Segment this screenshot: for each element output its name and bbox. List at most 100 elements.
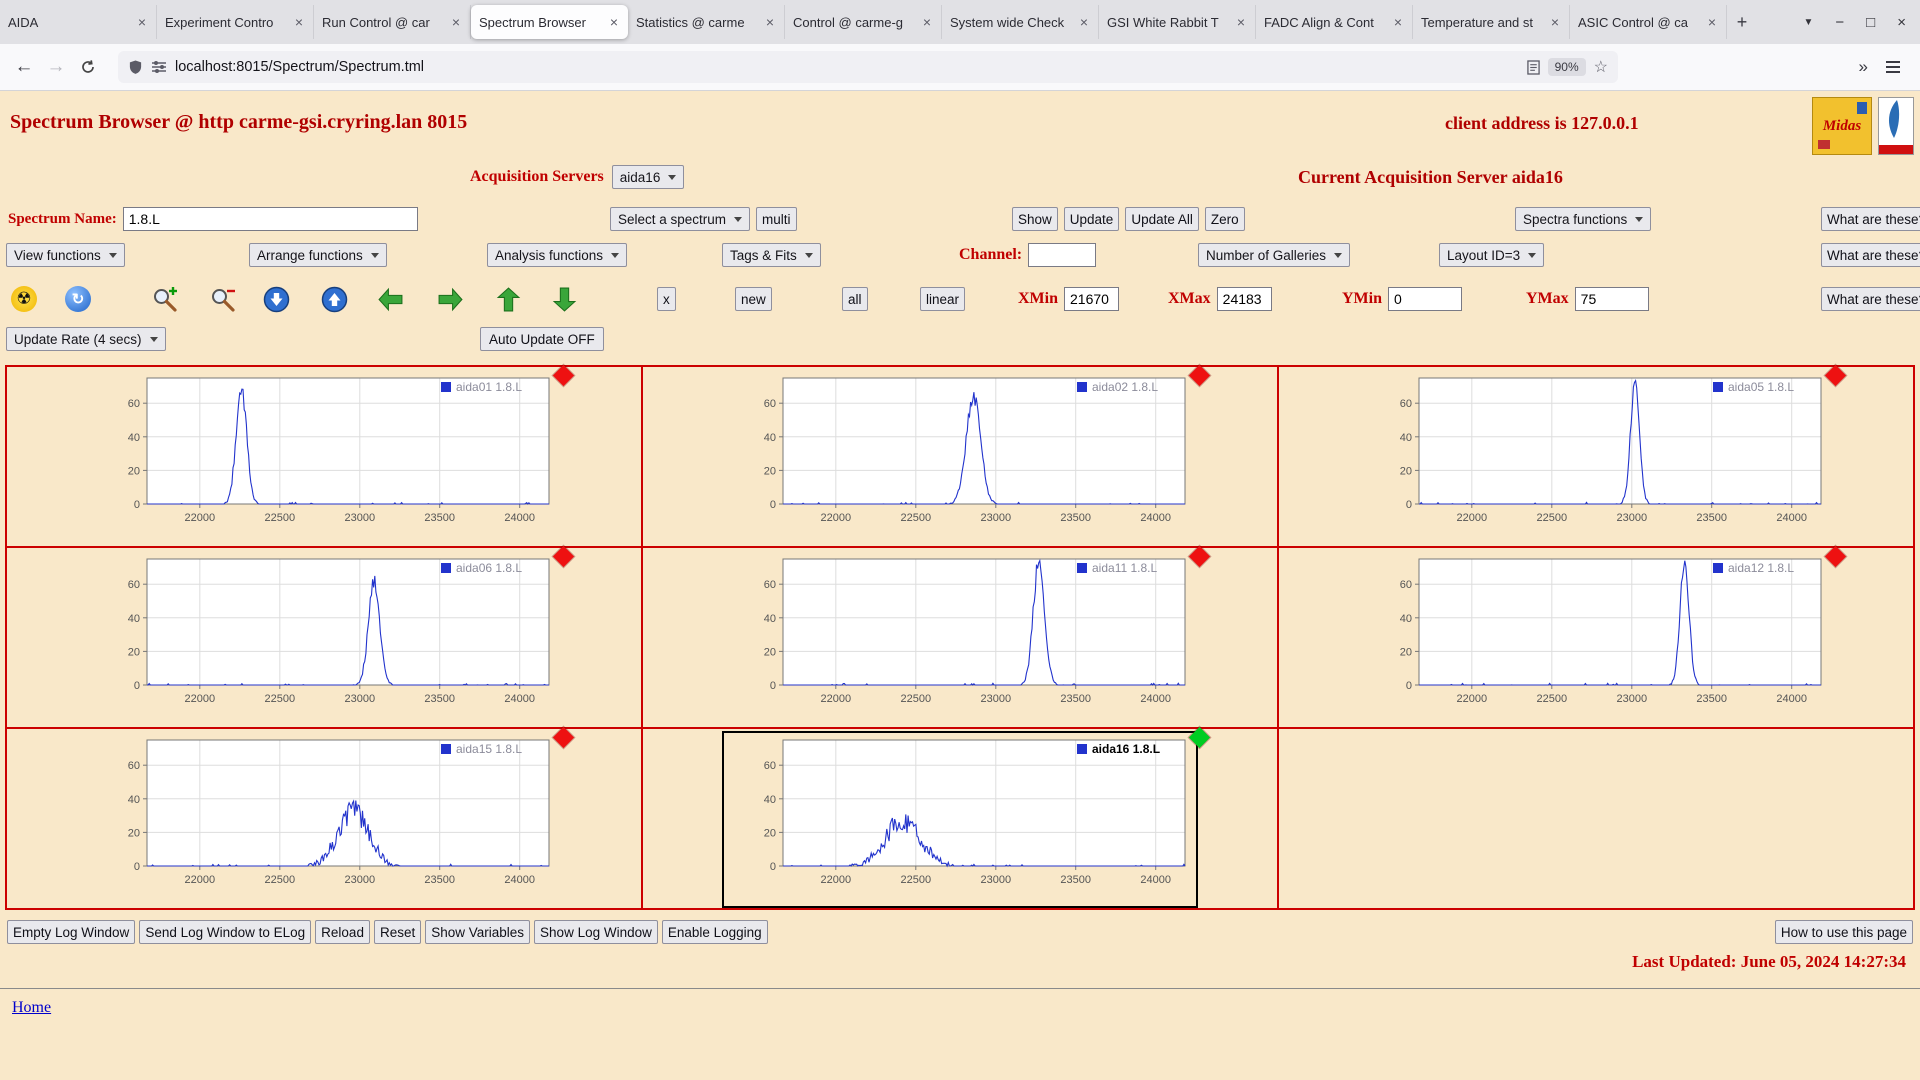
shield-icon[interactable] <box>128 59 143 75</box>
auto-update-button[interactable]: Auto Update OFF <box>480 327 604 351</box>
reload-button[interactable] <box>72 51 104 83</box>
show-variables-button[interactable]: Show Variables <box>425 920 531 944</box>
spectrum-name-input[interactable] <box>122 207 418 231</box>
what-are-these-button[interactable]: What are these? <box>1821 207 1920 231</box>
spectrum-panel-aida02[interactable]: 22000 22500 23000 23500 24000 0 20 40 60 aida02 1… <box>642 364 1278 547</box>
tab-close-icon[interactable]: × <box>1706 14 1718 30</box>
forward-button[interactable]: → <box>40 51 72 83</box>
tab-close-icon[interactable]: × <box>136 14 148 30</box>
bookmark-star-icon[interactable]: ☆ <box>1594 57 1608 77</box>
expand-y-button[interactable] <box>320 285 348 313</box>
acquisition-server-select[interactable]: aida16 <box>611 165 685 189</box>
ymin-input[interactable] <box>1388 287 1462 311</box>
spectrum-panel-aida06[interactable]: 22000 22500 23000 23500 24000 0 20 40 60 aida06 1… <box>6 545 642 728</box>
spectrum-chart[interactable]: 22000 22500 23000 23500 24000 0 20 40 60 aida05 1… <box>1361 372 1831 543</box>
empty-log-button[interactable]: Empty Log Window <box>7 920 136 944</box>
analysis-functions-dropdown[interactable]: Analysis functions <box>487 243 628 267</box>
spectrum-panel-aida05[interactable]: 22000 22500 23000 23500 24000 0 20 40 60 aida05 1… <box>1278 364 1914 547</box>
tab-white-rabbit[interactable]: GSI White Rabbit T × <box>1099 5 1256 39</box>
view-functions-dropdown[interactable]: View functions <box>6 243 125 267</box>
spectrum-chart[interactable]: 22000 22500 23000 23500 24000 0 20 40 60 aida16 1… <box>722 731 1198 908</box>
ymax-input[interactable] <box>1574 287 1649 311</box>
tab-close-icon[interactable]: × <box>1078 14 1090 30</box>
tab-asic-control[interactable]: ASIC Control @ ca × <box>1570 5 1727 39</box>
close-window-button[interactable]: × <box>1897 14 1906 31</box>
help-button[interactable]: How to use this page <box>1774 920 1913 944</box>
zero-button[interactable]: Zero <box>1204 207 1245 231</box>
update-all-button[interactable]: Update All <box>1125 207 1199 231</box>
new-tab-button[interactable]: + <box>1727 7 1757 37</box>
update-button[interactable]: Update <box>1063 207 1120 231</box>
zoom-in-button[interactable] <box>150 285 178 313</box>
galleries-dropdown[interactable]: Number of Galleries <box>1198 243 1351 267</box>
send-elog-button[interactable]: Send Log Window to ELog <box>139 920 312 944</box>
pan-left-button[interactable] <box>376 285 404 313</box>
maximize-button[interactable]: □ <box>1866 14 1875 31</box>
tab-temperature[interactable]: Temperature and st × <box>1413 5 1570 39</box>
spectrum-panel-aida12[interactable]: 22000 22500 23000 23500 24000 0 20 40 60 aida12 1… <box>1278 545 1914 728</box>
reader-mode-icon[interactable] <box>1526 59 1540 75</box>
tab-system-checks[interactable]: System wide Check × <box>942 5 1099 39</box>
enable-logging-button[interactable]: Enable Logging <box>661 920 768 944</box>
app-menu-button[interactable] <box>1882 57 1904 77</box>
tab-control[interactable]: Control @ carme-g × <box>785 5 942 39</box>
pan-down-button[interactable] <box>550 285 578 313</box>
tab-experiment-control[interactable]: Experiment Contro × <box>157 5 314 39</box>
arrange-functions-dropdown[interactable]: Arrange functions <box>249 243 387 267</box>
spectrum-panel-aida16[interactable]: 22000 22500 23000 23500 24000 0 20 40 60 aida16 1… <box>642 726 1278 909</box>
tab-list-button[interactable]: ▼ <box>1804 17 1814 28</box>
zoom-badge[interactable]: 90% <box>1547 58 1586 76</box>
spectrum-panel-aida15[interactable]: 22000 22500 23000 23500 24000 0 20 40 60 aida15 1… <box>6 726 642 909</box>
tab-statistics[interactable]: Statistics @ carme × <box>628 5 785 39</box>
tab-close-icon[interactable]: × <box>608 14 620 30</box>
spectrum-chart[interactable]: 22000 22500 23000 23500 24000 0 20 40 60 aida01 1… <box>89 372 559 543</box>
spectrum-panel-aida11[interactable]: 22000 22500 23000 23500 24000 0 20 40 60 aida11 1… <box>642 545 1278 728</box>
spectrum-chart[interactable]: 22000 22500 23000 23500 24000 0 20 40 60 aida06 1… <box>89 553 559 724</box>
spectrum-chart[interactable]: 22000 22500 23000 23500 24000 0 20 40 60 aida15 1… <box>89 734 559 905</box>
spectra-functions-dropdown[interactable]: Spectra functions <box>1515 207 1652 231</box>
tab-close-icon[interactable]: × <box>1235 14 1247 30</box>
pan-up-button[interactable] <box>494 285 522 313</box>
spectrum-panel-aida01[interactable]: 22000 22500 23000 23500 24000 0 20 40 60 aida01 1… <box>6 364 642 547</box>
permissions-icon[interactable] <box>151 59 167 75</box>
spectrum-chart[interactable]: 22000 22500 23000 23500 24000 0 20 40 60 aida12 1… <box>1361 553 1831 724</box>
minimize-button[interactable]: − <box>1835 14 1844 31</box>
home-link[interactable]: Home <box>12 999 51 1016</box>
back-button[interactable]: ← <box>8 51 40 83</box>
tab-close-icon[interactable]: × <box>293 14 305 30</box>
show-log-button[interactable]: Show Log Window <box>534 920 658 944</box>
linear-button[interactable]: linear <box>920 287 966 311</box>
spectrum-chart[interactable]: 22000 22500 23000 23500 24000 0 20 40 60 aida11 1… <box>725 553 1195 724</box>
reload-page-button[interactable]: Reload <box>315 920 370 944</box>
update-rate-dropdown[interactable]: Update Rate (4 secs) <box>6 327 166 351</box>
url-bar[interactable]: localhost:8015/Spectrum/Spectrum.tml 90%… <box>118 51 1618 83</box>
tags-fits-dropdown[interactable]: Tags & Fits <box>722 243 821 267</box>
zoom-out-button[interactable] <box>208 285 236 313</box>
channel-input[interactable] <box>1028 243 1097 267</box>
new-button[interactable]: new <box>735 287 772 311</box>
what-are-these-button[interactable]: What are these? <box>1821 287 1920 311</box>
shrink-y-button[interactable] <box>262 285 290 313</box>
layout-id-dropdown[interactable]: Layout ID=3 <box>1439 243 1545 267</box>
radiation-button[interactable]: ☢ <box>10 285 38 313</box>
select-spectrum-dropdown[interactable]: Select a spectrum <box>610 207 751 231</box>
tab-close-icon[interactable]: × <box>1549 14 1561 30</box>
x-button[interactable]: x <box>657 287 676 311</box>
reset-button[interactable]: Reset <box>373 920 422 944</box>
spectrum-chart[interactable]: 22000 22500 23000 23500 24000 0 20 40 60 aida02 1… <box>725 372 1195 543</box>
tab-close-icon[interactable]: × <box>764 14 776 30</box>
what-are-these-button[interactable]: What are these? <box>1821 243 1920 267</box>
tab-close-icon[interactable]: × <box>450 14 462 30</box>
tab-spectrum-browser[interactable]: Spectrum Browser × <box>471 5 628 39</box>
tab-aida[interactable]: AIDA × <box>0 5 157 39</box>
show-button[interactable]: Show <box>1012 207 1058 231</box>
tab-close-icon[interactable]: × <box>1392 14 1404 30</box>
tab-close-icon[interactable]: × <box>921 14 933 30</box>
xmax-input[interactable] <box>1216 287 1272 311</box>
multi-button[interactable]: multi <box>756 207 797 231</box>
refresh-button[interactable]: ↻ <box>64 285 92 313</box>
overflow-menu-button[interactable]: » <box>1859 57 1868 77</box>
tab-fadc-align[interactable]: FADC Align & Cont × <box>1256 5 1413 39</box>
all-button[interactable]: all <box>842 287 868 311</box>
xmin-input[interactable] <box>1064 287 1119 311</box>
